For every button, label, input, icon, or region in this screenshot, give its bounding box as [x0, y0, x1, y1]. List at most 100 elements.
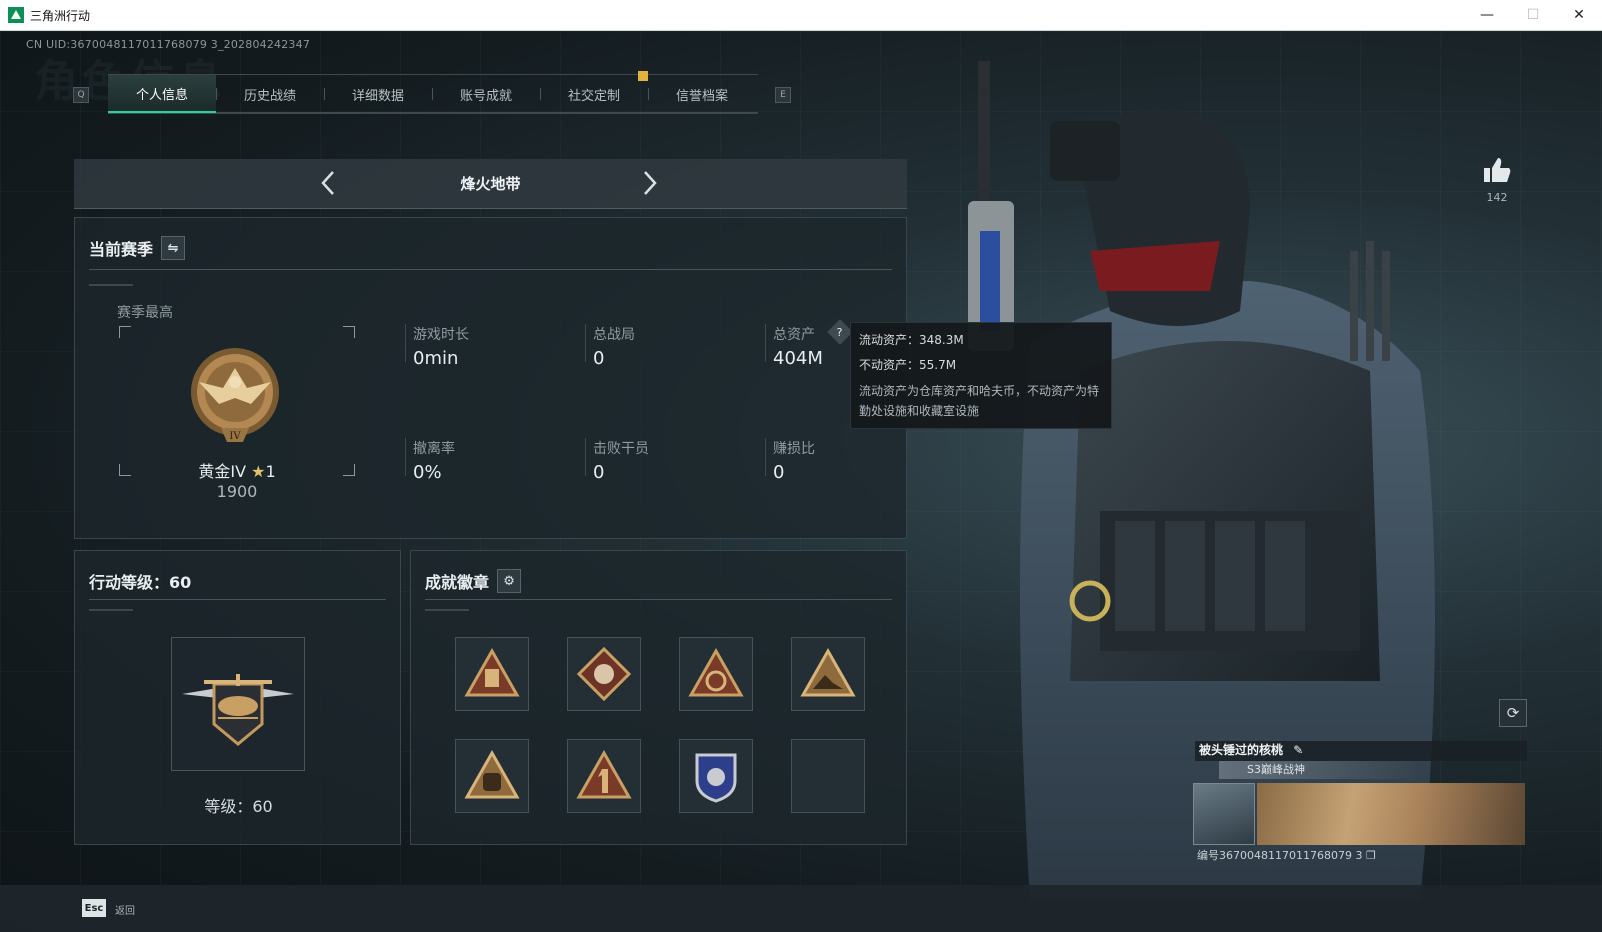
chevron-left-icon: [321, 171, 334, 195]
level-title: 行动等级：60: [89, 573, 192, 592]
stat-label-total-matches: 总战局: [593, 327, 635, 343]
player-card[interactable]: 被头锤过的核桃 ✎ S3巅峰战神 编号3670048117011768079 3…: [1191, 739, 1527, 867]
level-panel: 行动等级：60 等级：60: [74, 550, 401, 845]
tab-social-custom[interactable]: 社交定制: [540, 75, 648, 113]
badge-slot[interactable]: [567, 739, 641, 813]
frame-corner: [343, 326, 355, 338]
player-uid: CN UID:3670048117011768079 3_20280424234…: [26, 38, 311, 51]
bottom-bar: [0, 885, 1602, 932]
edit-icon[interactable]: ✎: [1293, 743, 1303, 757]
game-viewport: 角色信息 CN UID:3670048117011768079 3_202804…: [0, 31, 1602, 932]
tooltip-description: 流动资产为仓库资产和哈夫币，不动资产为特勤处设施和收藏室设施: [859, 384, 1100, 418]
mode-title: 烽火地带: [460, 175, 521, 193]
tab-detailed-data[interactable]: 详细数据: [324, 75, 432, 113]
stat-divider: [765, 324, 766, 362]
notification-marker-icon: [638, 71, 648, 81]
profile-tabs: 个人信息 历史战绩 详细数据 账号成就 社交定制 信誉档案: [108, 74, 758, 114]
player-avatar: [1193, 783, 1255, 845]
badge-slot[interactable]: [455, 739, 529, 813]
maximize-button[interactable]: ☐: [1510, 0, 1556, 30]
tab-personal-info[interactable]: 个人信息: [108, 75, 216, 113]
decor-line: [89, 284, 133, 286]
stat-label-total-assets: 总资产: [773, 327, 815, 343]
esc-key[interactable]: Esc: [82, 899, 106, 917]
empty-badge-slot[interactable]: [791, 739, 865, 813]
refresh-button[interactable]: ⟳: [1499, 699, 1527, 727]
tab-credit-record[interactable]: 信誉档案: [648, 75, 756, 113]
swap-icon: ⇋: [167, 240, 179, 256]
player-title: S3巅峰战神: [1219, 761, 1415, 779]
back-label[interactable]: 返回: [115, 902, 135, 917]
triangle-target-badge-icon: [688, 647, 744, 697]
gold-rank-emblem-icon: IV: [191, 348, 279, 442]
tab-account-achievements[interactable]: 账号成就: [432, 75, 540, 113]
refresh-icon: ⟳: [1506, 704, 1520, 722]
tab-history[interactable]: 历史战绩: [216, 75, 324, 113]
triangle-bag-badge-icon: [464, 749, 520, 799]
decor-line: [425, 609, 469, 611]
stat-value-profit-ratio: 0: [773, 462, 785, 483]
tooltip-liquid-assets: 流动资产：348.3M: [859, 333, 964, 347]
season-title-divider: [89, 269, 892, 270]
player-banner-image: [1257, 783, 1525, 845]
season-title: 当前赛季 ⇋: [89, 236, 186, 260]
player-id-text: 编号3670048117011768079 3: [1197, 849, 1363, 862]
stat-divider: [765, 438, 766, 476]
police-shield-badge-icon: [695, 753, 737, 803]
stat-divider: [585, 324, 586, 362]
player-id: 编号3670048117011768079 3 ❐: [1197, 847, 1376, 863]
stat-value-playtime: 0min: [413, 348, 459, 369]
stat-divider: [585, 438, 586, 476]
thumbs-up-icon[interactable]: [1482, 156, 1512, 184]
level-label: 等级：60: [204, 797, 273, 816]
window-title: 三角洲行动: [30, 8, 91, 23]
switch-season-button[interactable]: ⇋: [161, 236, 186, 260]
rank-stars: 1: [265, 462, 276, 481]
window-titlebar: 三角洲行动 — ☐ ✕: [0, 0, 1602, 31]
badge-slot[interactable]: [455, 637, 529, 711]
stat-label-extract-rate: 撤离率: [413, 441, 455, 457]
triangle-mountain-badge-icon: [800, 647, 856, 697]
tooltip-fixed-assets: 不动资产：55.7M: [859, 358, 957, 372]
badges-title: 成就徽章 ⚙: [425, 569, 522, 593]
frame-corner: [119, 326, 131, 338]
svg-text:IV: IV: [229, 431, 241, 442]
triangle-number-one-badge-icon: [576, 749, 632, 799]
badges-title-text: 成就徽章: [425, 573, 490, 592]
stat-label-operators-defeated: 击败干员: [593, 441, 649, 457]
helicopter-level-emblem-icon: [182, 674, 294, 746]
level-title-divider: [89, 599, 386, 600]
stat-value-operators-defeated: 0: [593, 462, 605, 483]
badges-panel: 成就徽章 ⚙: [410, 550, 907, 845]
next-tab-key[interactable]: E: [775, 87, 791, 103]
minimize-button[interactable]: —: [1464, 0, 1510, 30]
rank-name: 黄金IV: [198, 462, 247, 481]
season-title-text: 当前赛季: [89, 240, 154, 259]
prev-tab-key[interactable]: Q: [73, 87, 89, 103]
level-emblem-frame: [171, 637, 305, 771]
triangle-supply-badge-icon: [464, 647, 520, 697]
rank-points: 1900: [216, 482, 258, 501]
badge-slot[interactable]: [679, 637, 753, 711]
stat-label-playtime: 游戏时长: [413, 327, 469, 343]
close-button[interactable]: ✕: [1556, 0, 1602, 30]
star-icon: ★: [251, 462, 266, 481]
copy-icon[interactable]: ❐: [1366, 849, 1376, 862]
assets-tooltip: 流动资产：348.3M 不动资产：55.7M 流动资产为仓库资产和哈夫币，不动资…: [850, 322, 1112, 429]
stat-value-total-assets: 404M: [773, 348, 823, 369]
decor-line: [89, 609, 133, 611]
prev-mode-button[interactable]: [314, 168, 344, 198]
rank-name-row: 黄金IV ★1: [119, 458, 355, 482]
next-mode-button[interactable]: [634, 168, 664, 198]
stat-value-extract-rate: 0%: [413, 462, 442, 483]
stat-divider: [405, 438, 406, 476]
help-icon[interactable]: ?: [827, 319, 853, 345]
badge-slot[interactable]: [791, 637, 865, 711]
badge-slot[interactable]: [679, 739, 753, 813]
app-logo-icon: [8, 7, 24, 23]
badge-settings-button[interactable]: ⚙: [497, 569, 522, 593]
gear-icon: ⚙: [503, 573, 515, 589]
player-name: 被头锤过的核桃: [1199, 743, 1284, 757]
badge-slot[interactable]: [567, 637, 641, 711]
stat-divider: [405, 324, 406, 362]
